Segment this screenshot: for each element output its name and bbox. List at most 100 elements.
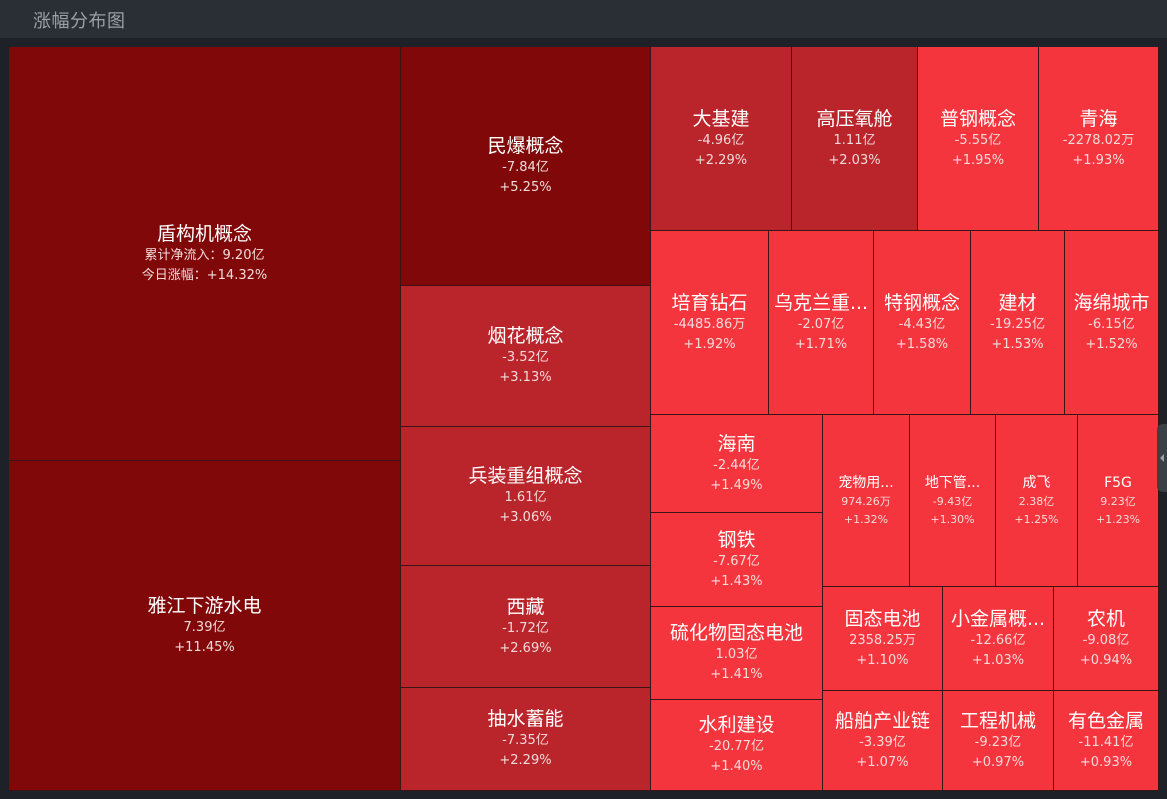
sector-change: +1.71% (794, 336, 848, 352)
sector-tile-15[interactable]: 建材 -19.25亿 +1.53% (971, 231, 1065, 415)
sector-name: 农机 (1086, 607, 1125, 630)
sector-net-flow: 1.11亿 (833, 132, 876, 148)
sector-change: +1.92% (683, 336, 736, 352)
sector-net-flow: -5.55亿 (954, 132, 1002, 148)
sector-change: +1.10% (856, 652, 909, 668)
sector-net-flow: -2.07亿 (797, 316, 845, 332)
sector-tile-30[interactable]: 有色金属 -11.41亿 +0.93% (1054, 691, 1159, 791)
sector-tile-25[interactable]: 固态电池 2358.25万 +1.10% (823, 587, 943, 691)
sector-net-flow: 2.38亿 (1018, 494, 1055, 508)
sector-name: 有色金属 (1067, 709, 1144, 732)
sector-net-flow: -7.35亿 (502, 733, 549, 748)
sector-change: +1.49% (710, 477, 763, 493)
sector-net-flow: -9.08亿 (1082, 632, 1130, 648)
sector-tile-28[interactable]: 船舶产业链 -3.39亿 +1.07% (823, 691, 943, 791)
sector-change: +1.23% (1095, 512, 1141, 526)
sector-tile-4[interactable]: 烟花概念 -3.52亿 +3.13% (401, 286, 651, 427)
sector-net-flow: 1.61亿 (504, 490, 547, 505)
sector-tile-8[interactable]: 大基建 -4.96亿 +2.29% (651, 47, 792, 231)
sector-name: 普钢概念 (939, 107, 1016, 130)
sector-net-flow: -4485.86万 (673, 316, 746, 332)
sector-tile-14[interactable]: 特钢概念 -4.43亿 +1.58% (874, 231, 971, 415)
sector-tile-3[interactable]: 民爆概念 -7.84亿 +5.25% (401, 47, 651, 286)
sector-net-flow: -7.84亿 (502, 160, 549, 175)
sector-name: 高压氧舱 (816, 107, 893, 130)
sector-change: +1.25% (1014, 512, 1059, 526)
sector-name: 青海 (1079, 107, 1118, 130)
sector-tile-12[interactable]: 培育钻石 -4485.86万 +1.92% (651, 231, 769, 415)
sector-net-flow: -19.25亿 (990, 316, 1045, 332)
sector-tile-21[interactable]: 宠物用... 974.26万 +1.32% (823, 415, 910, 587)
sector-net-flow: -1.72亿 (502, 620, 549, 636)
sector-change: +2.29% (499, 753, 552, 768)
sector-name: 硫化物固态电池 (669, 622, 803, 644)
sector-name: 盾构机概念 (156, 222, 252, 245)
sector-change: +2.03% (828, 152, 881, 168)
sector-tile-9[interactable]: 高压氧舱 1.11亿 +2.03% (792, 47, 918, 231)
sector-tile-6[interactable]: 西藏 -1.72亿 +2.69% (401, 566, 651, 688)
sector-tile-17[interactable]: 海南 -2.44亿 +1.49% (651, 415, 823, 513)
sector-change: +1.53% (991, 336, 1044, 352)
sector-tile-22[interactable]: 地下管... -9.43亿 +1.30% (910, 415, 996, 587)
sector-name: 小金属概... (950, 607, 1046, 630)
sector-change: +1.07% (856, 754, 909, 770)
sector-tile-19[interactable]: 硫化物固态电池 1.03亿 +1.41% (651, 607, 823, 700)
sector-tile-27[interactable]: 农机 -9.08亿 +0.94% (1054, 587, 1159, 691)
sector-net-flow: -7.67亿 (713, 553, 760, 569)
sector-name: 海南 (717, 432, 756, 455)
sector-change: +3.13% (499, 370, 552, 385)
sector-name: 建材 (998, 291, 1037, 314)
sector-name: 固态电池 (844, 607, 921, 630)
sector-net-flow: 2358.25万 (849, 632, 916, 648)
sector-tile-13[interactable]: 乌克兰重... -2.07亿 +1.71% (769, 231, 874, 415)
sector-net-flow: 7.39亿 (183, 619, 226, 635)
sector-tile-18[interactable]: 钢铁 -7.67亿 +1.43% (651, 513, 823, 607)
sector-tile-5[interactable]: 兵装重组概念 1.61亿 +3.06% (401, 427, 651, 566)
sector-net-flow: 累计净流入：9.20亿 (144, 247, 265, 263)
sector-net-flow: 974.26万 (841, 494, 891, 508)
sector-change: +1.58% (895, 336, 949, 352)
sector-change: +1.30% (930, 512, 975, 526)
sector-tile-23[interactable]: 成飞 2.38亿 +1.25% (996, 415, 1078, 587)
title-bar: 涨幅分布图 (0, 0, 1167, 38)
sector-tile-10[interactable]: 普钢概念 -5.55亿 +1.95% (918, 47, 1039, 231)
page-title: 涨幅分布图 (33, 11, 126, 32)
sector-net-flow: -6.15亿 (1088, 316, 1135, 332)
sector-change: +11.45% (174, 639, 235, 655)
sector-net-flow: -2278.02万 (1062, 132, 1135, 148)
sector-name: 成飞 (1022, 474, 1051, 491)
sector-tile-29[interactable]: 工程机械 -9.23亿 +0.97% (943, 691, 1054, 791)
sector-name: F5G (1104, 474, 1132, 491)
sector-name: 抽水蓄能 (487, 708, 564, 730)
sector-name: 宠物用... (838, 474, 894, 491)
sector-name: 西藏 (506, 595, 545, 618)
sector-net-flow: 9.23亿 (1100, 494, 1136, 508)
sector-change: +1.93% (1072, 152, 1125, 168)
sector-name: 海绵城市 (1073, 291, 1150, 314)
sector-change: +1.40% (710, 759, 763, 774)
sector-tile-24[interactable]: F5G 9.23亿 +1.23% (1078, 415, 1159, 587)
sector-change: +1.52% (1085, 336, 1138, 352)
sector-name: 特钢概念 (883, 291, 960, 314)
collapse-handle-icon[interactable] (1157, 424, 1167, 492)
sector-change: +2.29% (694, 152, 748, 168)
sector-change: +1.95% (951, 152, 1005, 168)
sector-tile-20[interactable]: 水利建设 -20.77亿 +1.40% (651, 700, 823, 791)
sector-tile-7[interactable]: 抽水蓄能 -7.35亿 +2.29% (401, 688, 651, 791)
sector-net-flow: -9.43亿 (932, 494, 973, 508)
sector-name: 乌克兰重... (773, 291, 869, 314)
sector-net-flow: -4.96亿 (697, 132, 745, 148)
sector-net-flow: -12.66亿 (970, 632, 1026, 648)
sector-name: 钢铁 (717, 528, 756, 551)
sector-net-flow: -9.23亿 (974, 734, 1022, 750)
sector-tile-26[interactable]: 小金属概... -12.66亿 +1.03% (943, 587, 1054, 691)
sector-name: 工程机械 (959, 709, 1036, 732)
sector-name: 兵装重组概念 (468, 465, 583, 487)
sector-change: +5.25% (499, 180, 552, 195)
sector-name: 水利建设 (698, 714, 775, 736)
sector-change: +3.06% (499, 510, 552, 525)
sector-tile-2[interactable]: 雅江下游水电 7.39亿 +11.45% (9, 461, 401, 791)
sector-tile-16[interactable]: 海绵城市 -6.15亿 +1.52% (1065, 231, 1159, 415)
sector-tile-11[interactable]: 青海 -2278.02万 +1.93% (1039, 47, 1159, 231)
sector-tile-1[interactable]: 盾构机概念 累计净流入：9.20亿 今日涨幅：+14.32% (9, 47, 401, 461)
